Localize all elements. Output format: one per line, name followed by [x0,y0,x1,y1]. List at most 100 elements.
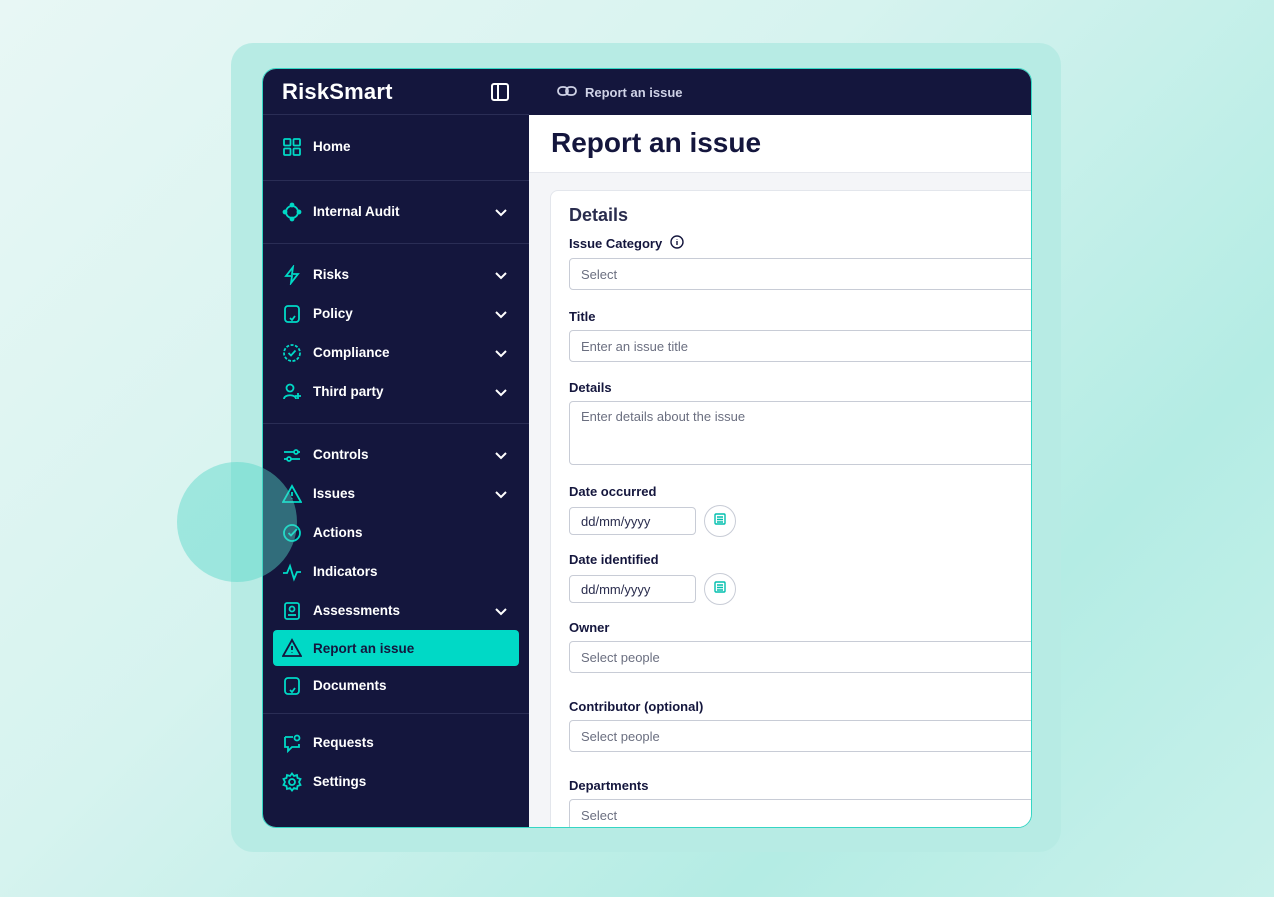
brand-bar: RiskSmart [263,69,529,115]
sidebar-item-documents[interactable]: Documents [263,666,529,705]
chevron-down-icon [493,267,509,283]
chat-icon [281,732,303,754]
field-label-text: Title [569,309,596,324]
sidebar-item-report-issue[interactable]: Report an issue [273,630,519,666]
title-input[interactable]: Enter an issue title [569,330,1031,362]
top-bar: Report an issue [529,69,1031,115]
date-identified-row: dd/mm/yyyy [569,573,1031,605]
sidebar-item-indicators[interactable]: Indicators [263,552,529,591]
departments-label: Departments [569,778,1031,793]
sidebar-item-label: Requests [313,735,374,750]
sidebar-item-label: Compliance [313,345,390,360]
contributor-select[interactable]: Select people [569,720,1031,752]
audit-icon [281,201,303,223]
document-check-icon [281,675,303,697]
chevron-down-icon [493,486,509,502]
info-icon[interactable] [670,235,684,252]
clipboard-icon [281,600,303,622]
calendar-icon [713,580,727,599]
sidebar-item-label: Indicators [313,564,378,579]
sidebar-item-label: Risks [313,267,350,282]
badge-check-icon [281,342,303,364]
date-identified-input[interactable]: dd/mm/yyyy [569,575,696,603]
page-header: Report an issue [529,115,1031,173]
sidebar-item-label: Settings [313,774,367,789]
breadcrumb-label: Report an issue [585,84,683,100]
departments-select[interactable]: Select [569,799,1031,827]
bolt-icon [281,264,303,286]
field-label-text: Owner [569,620,610,635]
owner-label: Owner [569,620,1031,635]
sidebar-item-internal-audit[interactable]: Internal Audit [263,192,529,231]
date-identified-label: Date identified [569,552,1031,567]
title-label: Title [569,309,1031,324]
sidebar-item-label: Report an issue [313,640,415,656]
document-check-icon [281,303,303,325]
calendar-icon [713,512,727,531]
app-window: RiskSmart Home Internal Audit Risks Poli… [262,68,1032,828]
sidebar-item-label: Policy [313,306,353,321]
gear-icon [281,771,303,793]
brand-logo: RiskSmart [282,78,393,104]
sliders-icon [281,444,303,466]
field-label-text: Contributor (optional) [569,699,704,714]
highlight-circle [177,462,297,582]
section-title: Details [569,205,629,225]
chevron-down-icon [493,345,509,361]
sidebar-item-compliance[interactable]: Compliance [263,333,529,372]
grid-icon [281,136,303,158]
pulse-icon [281,561,303,583]
date-occurred-row: dd/mm/yyyy [569,505,1031,537]
chevron-down-icon [493,306,509,322]
field-label-text: Details [569,380,612,395]
breadcrumb[interactable]: Report an issue [557,84,683,101]
sidebar-item-home[interactable]: Home [263,127,529,166]
nav-group-controls: Controls Issues Actions Indicators Asses… [263,424,529,714]
sidebar-item-actions[interactable]: Actions [263,513,529,552]
sidebar-item-risks[interactable]: Risks [263,255,529,294]
sidebar-item-issues[interactable]: Issues [263,474,529,513]
field-label-text: Date occurred [569,484,657,499]
chevron-down-icon [493,603,509,619]
sidebar-item-label: Internal Audit [313,204,400,219]
chevron-down-icon [493,447,509,463]
details-label: Details [569,380,1031,395]
sidebar-item-label: Actions [313,525,363,540]
sidebar-toggle-icon[interactable] [491,82,509,101]
sidebar-item-settings[interactable]: Settings [263,762,529,801]
contributor-label: Contributor (optional) [569,699,1031,714]
sidebar-item-label: Assessments [313,603,401,618]
calendar-button[interactable] [704,505,736,537]
sidebar-item-label: Home [313,139,351,154]
details-textarea[interactable]: Enter details about the issue [569,401,1031,465]
nav-group-home: Home [263,115,529,181]
date-occurred-input[interactable]: dd/mm/yyyy [569,507,696,535]
user-plus-icon [281,381,303,403]
sidebar-item-assessments[interactable]: Assessments [263,591,529,630]
link-icon [557,84,577,101]
issue-category-select[interactable]: Select [569,258,1031,290]
warning-icon [281,637,303,659]
sidebar-item-label: Issues [313,486,356,501]
sidebar-item-label: Third party [313,384,384,399]
nav-group-audit: Internal Audit [263,181,529,244]
page-title: Report an issue [551,127,762,158]
sidebar-item-label: Controls [313,447,369,462]
field-label-text: Departments [569,778,649,793]
sidebar-item-label: Documents [313,678,387,693]
issue-category-label: Issue Category [569,235,1031,252]
field-label-text: Date identified [569,552,659,567]
nav-group-risk: Risks Policy Compliance Third party [263,244,529,424]
chevron-down-icon [493,204,509,220]
chevron-down-icon [493,384,509,400]
nav-group-bottom: Requests Settings [263,714,529,801]
sidebar: RiskSmart Home Internal Audit Risks Poli… [263,69,529,827]
sidebar-item-policy[interactable]: Policy [263,294,529,333]
calendar-button[interactable] [704,573,736,605]
details-card: Details Issue Category Select Title Ente… [550,190,1031,827]
owner-select[interactable]: Select people [569,641,1031,673]
sidebar-item-controls[interactable]: Controls [263,435,529,474]
sidebar-item-third-party[interactable]: Third party [263,372,529,411]
sidebar-item-requests[interactable]: Requests [263,723,529,762]
date-occurred-label: Date occurred [569,484,1031,499]
